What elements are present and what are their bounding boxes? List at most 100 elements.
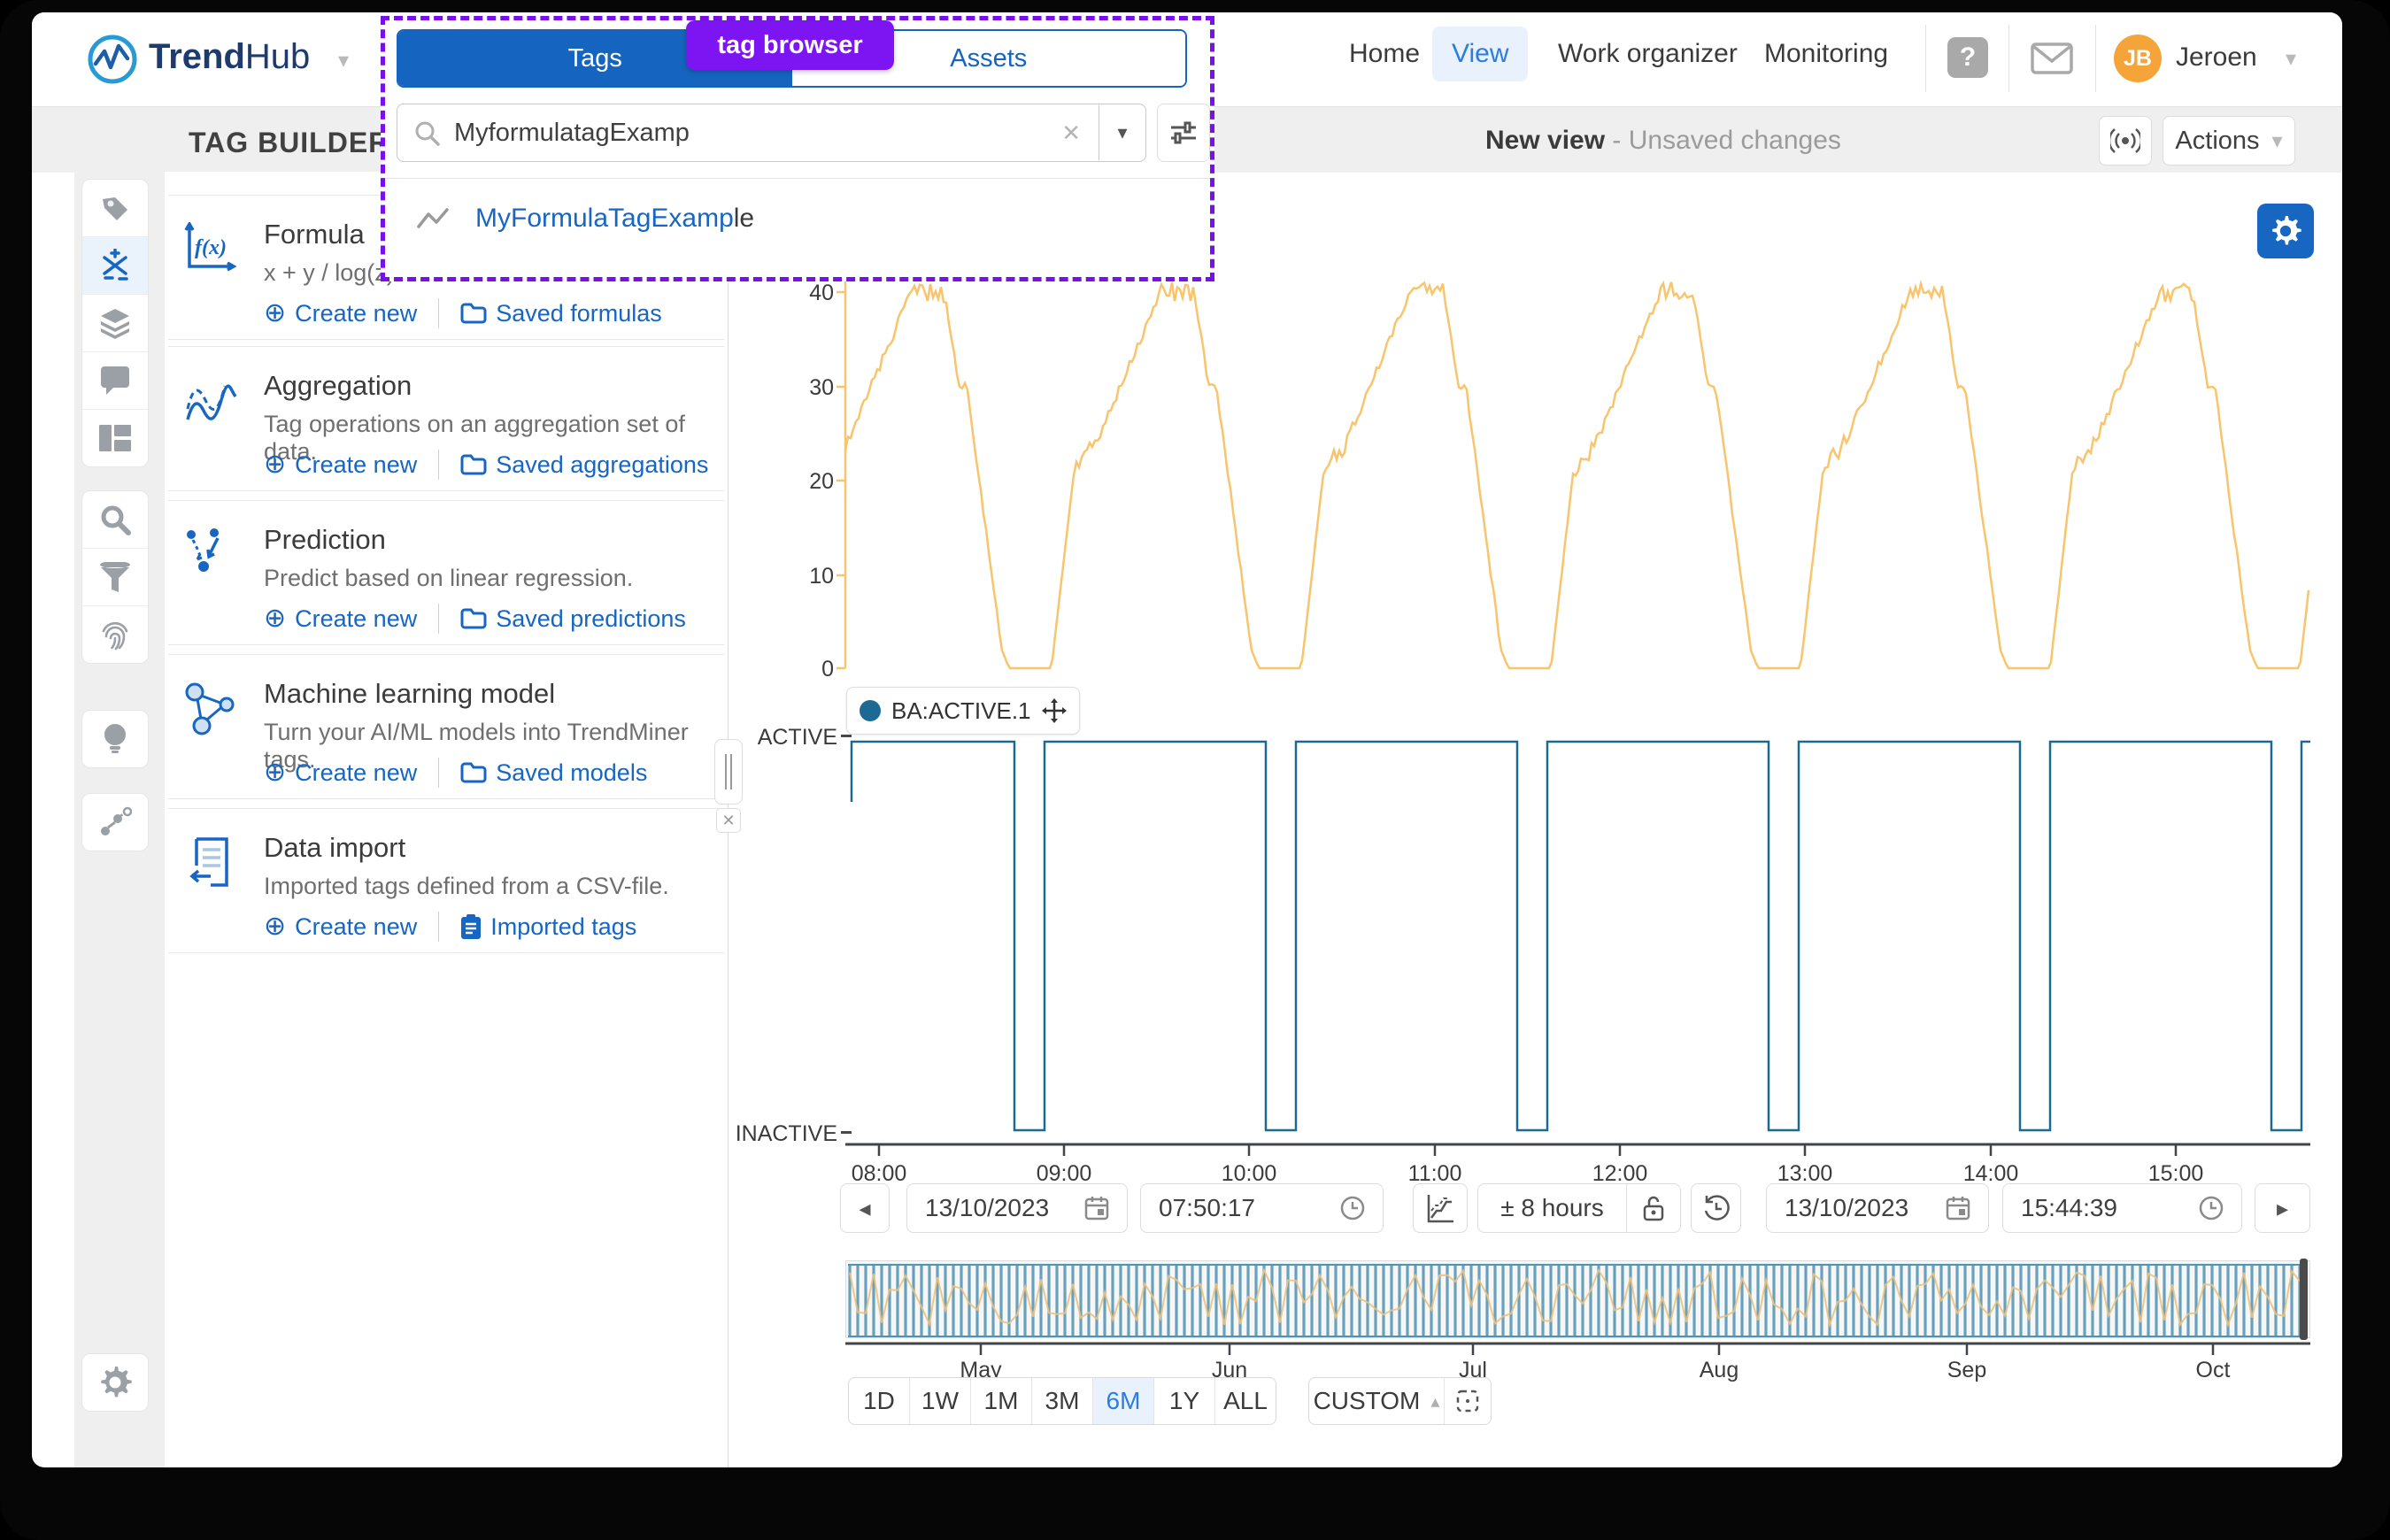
- svg-text:30: 30: [809, 375, 834, 400]
- tag-builder-panel: f(x) Formula x + y / log(z) ⊕Create new …: [165, 172, 728, 1467]
- create-new-link[interactable]: ⊕Create new: [264, 913, 417, 941]
- overview-band-pattern: [846, 1261, 2309, 1337]
- saved-predictions-link[interactable]: Saved predictions: [460, 605, 686, 633]
- user-name[interactable]: Jeroen: [2176, 42, 2257, 73]
- compare-mode-button[interactable]: [1413, 1183, 1468, 1233]
- pan-left-button[interactable]: ◂: [840, 1183, 890, 1233]
- svg-text:Oct: Oct: [2196, 1358, 2231, 1382]
- brand-name: TrendHub: [149, 37, 310, 77]
- fit-view-button[interactable]: [1445, 1378, 1491, 1424]
- card-title: Data import: [264, 832, 405, 864]
- nav-monitoring[interactable]: Monitoring: [1764, 39, 1888, 69]
- history-button[interactable]: [1691, 1183, 1741, 1233]
- range-3m[interactable]: 3M: [1032, 1378, 1093, 1424]
- svg-text:40: 40: [809, 281, 834, 305]
- svg-text:Aug: Aug: [1700, 1358, 1739, 1382]
- duration-field[interactable]: ± 8 hours: [1477, 1183, 1681, 1233]
- range-all[interactable]: ALL: [1215, 1378, 1276, 1424]
- card-desc: Imported tags defined from a CSV-file.: [264, 873, 669, 900]
- nav-view[interactable]: View: [1432, 27, 1528, 81]
- overview-range-handle[interactable]: [2300, 1259, 2308, 1340]
- move-icon[interactable]: [1042, 698, 1067, 723]
- start-date-field[interactable]: 13/10/2023: [906, 1183, 1128, 1233]
- rail-search-icon[interactable]: [82, 491, 148, 549]
- builder-card-data-import[interactable]: Data import Imported tags defined from a…: [168, 808, 724, 953]
- data-import-icon: [184, 835, 239, 890]
- rail-settings-gear-icon[interactable]: [82, 1354, 148, 1411]
- prediction-icon: [184, 527, 239, 582]
- help-icon[interactable]: ?: [1947, 37, 1988, 78]
- builder-card-prediction[interactable]: Prediction Predict based on linear regre…: [168, 500, 724, 645]
- imported-tags-link[interactable]: Imported tags: [460, 913, 636, 941]
- nav-home[interactable]: Home: [1349, 39, 1420, 69]
- search-dropdown-chevron-icon[interactable]: ▾: [1099, 121, 1145, 144]
- nav-work-organizer[interactable]: Work organizer: [1558, 39, 1738, 69]
- avatar[interactable]: JB: [2114, 35, 2162, 82]
- gear-icon: [2270, 215, 2301, 247]
- broadcast-button[interactable]: [2099, 116, 2152, 166]
- rail-comment-icon[interactable]: [82, 352, 148, 410]
- builder-card-ml-model[interactable]: Machine learning model Turn your AI/ML m…: [168, 654, 724, 799]
- sliders-icon: [1169, 119, 1198, 146]
- rail-suggestions-icon[interactable]: [82, 711, 148, 767]
- svg-text:10: 10: [809, 564, 834, 589]
- builder-card-aggregation[interactable]: Aggregation Tag operations on an aggrega…: [168, 346, 724, 491]
- panel-collapse-close-icon[interactable]: ✕: [716, 808, 741, 833]
- folder-icon: [460, 303, 487, 324]
- actions-button[interactable]: Actions ▾: [2163, 116, 2295, 166]
- analog-chart[interactable]: 42403020100: [793, 260, 2310, 685]
- end-date-field[interactable]: 13/10/2023: [1766, 1183, 1989, 1233]
- rail-fingerprint-icon[interactable]: [82, 606, 148, 663]
- folder-icon: [460, 454, 487, 475]
- create-new-link[interactable]: ⊕Create new: [264, 605, 417, 633]
- rail-tag-icon[interactable]: [82, 180, 148, 237]
- end-time-field[interactable]: 15:44:39: [2002, 1183, 2242, 1233]
- clock-icon: [1340, 1196, 1365, 1220]
- chart-settings-button[interactable]: [2257, 204, 2314, 258]
- card-title: Formula: [264, 219, 365, 250]
- range-1m[interactable]: 1M: [971, 1378, 1032, 1424]
- range-1w[interactable]: 1W: [910, 1378, 971, 1424]
- plus-circle-icon: ⊕: [264, 759, 286, 786]
- tag-suggestion-row[interactable]: MyFormulaTagExample: [385, 178, 1210, 258]
- custom-range-button[interactable]: CUSTOM▴: [1309, 1378, 1445, 1424]
- plus-circle-icon: ⊕: [264, 913, 286, 940]
- card-title: Machine learning model: [264, 678, 555, 710]
- suggestion-match: MyFormulaTagExamp: [475, 204, 734, 233]
- rail-context-icon[interactable]: [82, 794, 148, 851]
- tag-search-box[interactable]: MyformulatagExamp ✕ ▾: [397, 104, 1146, 162]
- panel-resize-handle[interactable]: [714, 739, 743, 805]
- create-new-link[interactable]: ⊕Create new: [264, 759, 417, 787]
- lock-duration-button[interactable]: [1627, 1195, 1680, 1221]
- svg-text:Sep: Sep: [1947, 1358, 1986, 1382]
- overview-band[interactable]: [845, 1260, 2310, 1338]
- start-time-field[interactable]: 07:50:17: [1140, 1183, 1384, 1233]
- brand-chevron-down-icon[interactable]: ▾: [338, 48, 349, 73]
- search-input[interactable]: MyformulatagExamp: [454, 119, 1061, 148]
- user-chevron-down-icon[interactable]: ▾: [2286, 46, 2296, 72]
- digital-chart[interactable]: [793, 726, 2310, 1151]
- svg-text:f(x): f(x): [195, 236, 227, 259]
- saved-formulas-link[interactable]: Saved formulas: [460, 300, 662, 327]
- calendar-icon: [1946, 1196, 1970, 1220]
- svg-text:20: 20: [809, 469, 834, 494]
- svg-text:09:00: 09:00: [1037, 1161, 1092, 1186]
- create-new-link[interactable]: ⊕Create new: [264, 300, 417, 327]
- saved-models-link[interactable]: Saved models: [460, 759, 647, 787]
- custom-range-group: CUSTOM▴: [1308, 1377, 1492, 1425]
- pan-right-button[interactable]: ▸: [2255, 1183, 2310, 1233]
- mail-icon[interactable]: [2031, 42, 2073, 74]
- rail-filter-icon[interactable]: [82, 549, 148, 606]
- create-new-link[interactable]: ⊕Create new: [264, 451, 417, 479]
- range-1d[interactable]: 1D: [849, 1378, 910, 1424]
- clear-search-icon[interactable]: ✕: [1061, 119, 1081, 147]
- rail-dashboard-icon[interactable]: [82, 410, 148, 466]
- tag-browser-badge: tag browser: [686, 20, 894, 70]
- search-filter-button[interactable]: [1157, 104, 1210, 162]
- search-icon: [413, 119, 440, 146]
- saved-aggregations-link[interactable]: Saved aggregations: [460, 451, 708, 479]
- range-1y[interactable]: 1Y: [1154, 1378, 1215, 1424]
- range-6m[interactable]: 6M: [1093, 1378, 1154, 1424]
- rail-layers-icon[interactable]: [82, 295, 148, 352]
- rail-tag-builder-icon[interactable]: [82, 237, 148, 295]
